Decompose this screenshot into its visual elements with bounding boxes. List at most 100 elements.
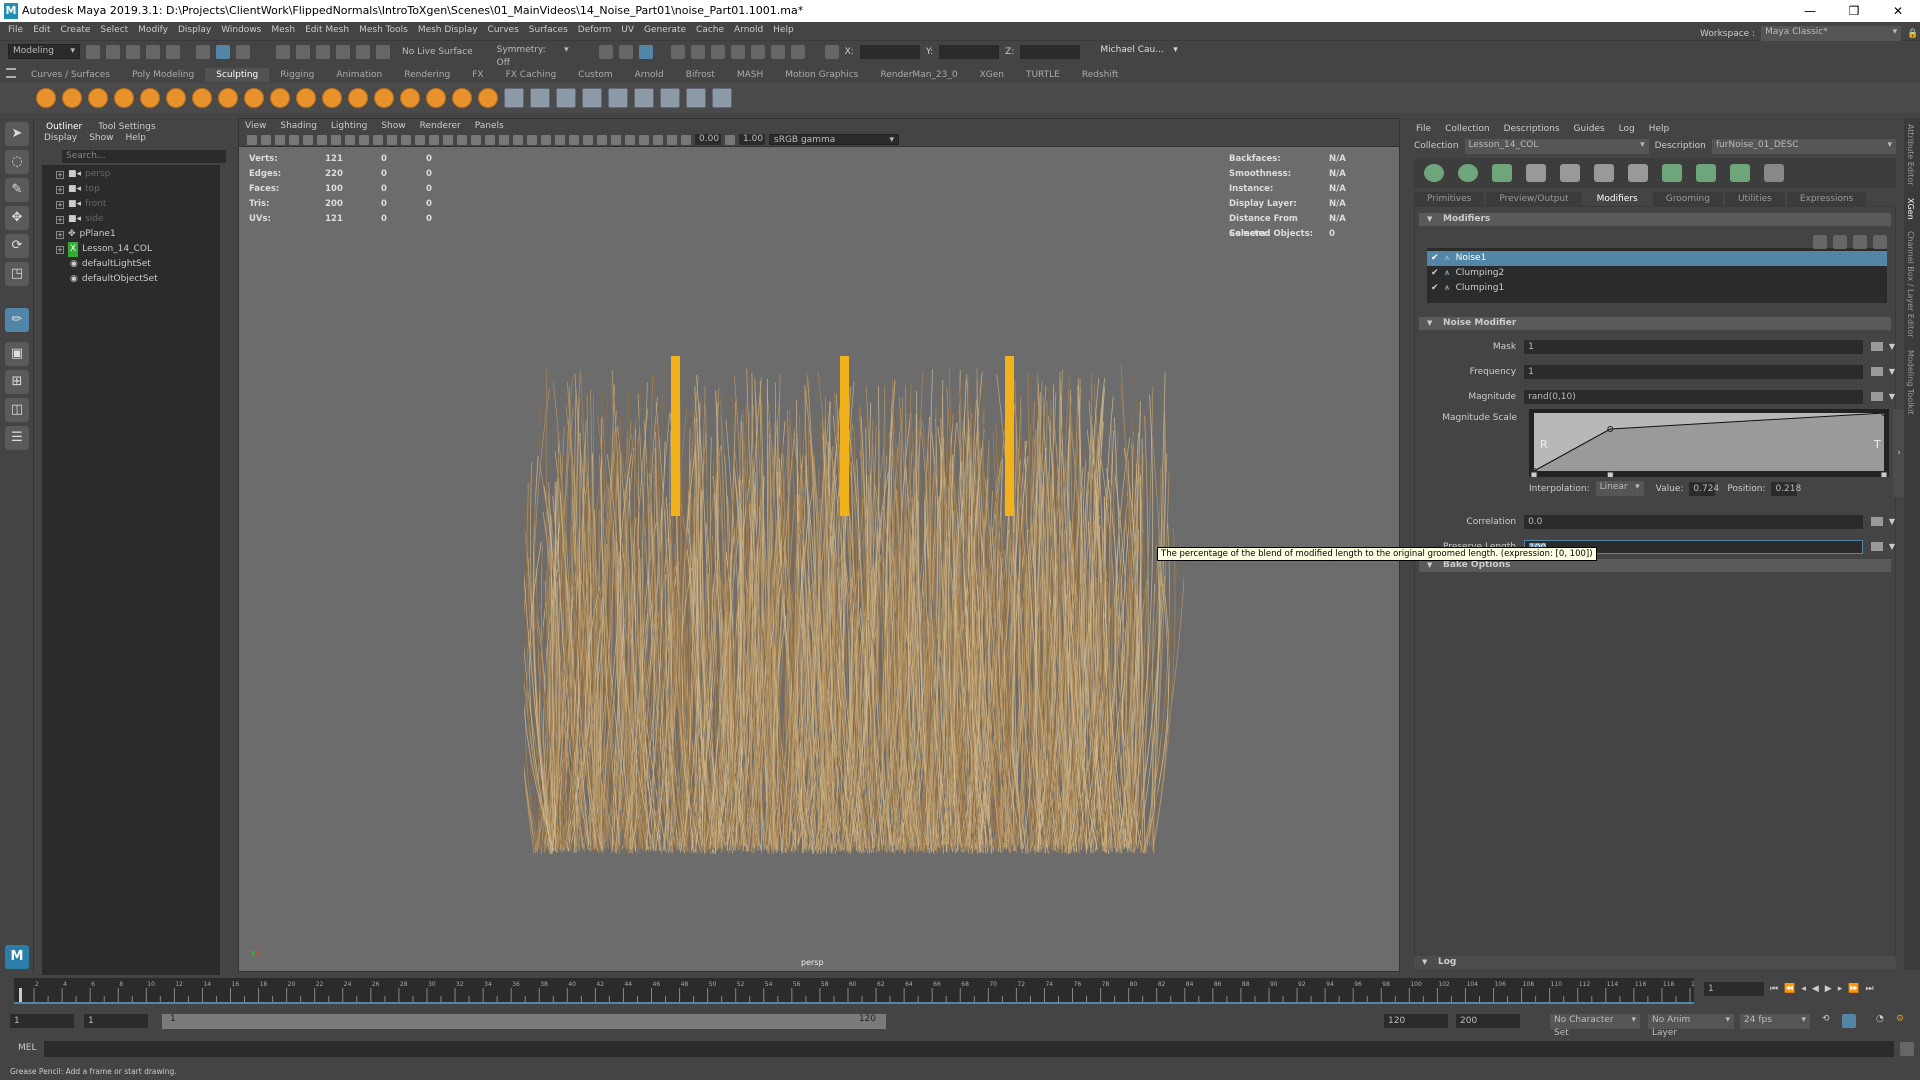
loop-icon[interactable]: ⟲ [1822, 1014, 1830, 1024]
enabled-checkbox[interactable]: ✔ [1431, 281, 1439, 296]
auto-key-icon[interactable]: ◔ [1876, 1014, 1884, 1024]
viewport-tool-icon[interactable] [415, 134, 425, 145]
viewport-tool-icon[interactable] [681, 134, 691, 145]
viewport-tool-icon[interactable] [611, 134, 621, 145]
render-view-icon[interactable] [638, 44, 653, 59]
viewport-tool-icon[interactable] [359, 134, 369, 145]
menu-modify[interactable]: Modify [138, 22, 168, 39]
hypershade-icon[interactable] [730, 44, 745, 59]
transform-input-icon[interactable] [824, 44, 839, 59]
shelf-tab-custom[interactable]: Custom [567, 68, 623, 82]
snap-surface-icon[interactable] [356, 44, 370, 59]
select-hierarchy-icon[interactable] [196, 44, 210, 59]
viewport-tool-icon[interactable] [471, 134, 481, 145]
shelf-tab-fx-caching[interactable]: FX Caching [495, 68, 568, 82]
log-section-header[interactable]: Log [1414, 956, 1896, 969]
select-tool-icon[interactable]: ➤ [5, 122, 29, 146]
select-component-icon[interactable] [236, 44, 250, 59]
expand-icon[interactable]: + [56, 215, 64, 224]
lock-guide-icon[interactable] [1628, 164, 1648, 182]
ramp-handle[interactable] [1530, 471, 1538, 477]
menu-generate[interactable]: Generate [644, 22, 686, 39]
shelf-tab-arnold[interactable]: Arnold [624, 68, 675, 82]
sculpt-brush-icon[interactable] [140, 88, 160, 108]
guide-curve[interactable] [1005, 356, 1014, 516]
select-guide-icon[interactable] [1594, 164, 1614, 182]
step-back-frame-icon[interactable]: ◂ [1801, 984, 1806, 994]
save-scene-icon[interactable] [126, 44, 140, 59]
magnitude-scale-ramp[interactable]: RT [1529, 409, 1889, 477]
viewport-tool-icon[interactable] [499, 134, 509, 145]
menu-uv[interactable]: UV [621, 22, 634, 39]
snap-live-icon[interactable] [376, 44, 390, 59]
viewport-tool-icon[interactable] [597, 134, 607, 145]
current-time-indicator[interactable] [19, 988, 22, 1002]
ramp-value-field[interactable]: 0.724 [1689, 481, 1719, 496]
description-dropdown[interactable]: furNoise_01_DESC [1711, 138, 1896, 154]
viewport-tool-icon[interactable] [513, 134, 523, 145]
fps-dropdown[interactable]: 24 fps [1740, 1014, 1810, 1029]
xgen-tab-grooming[interactable]: Grooming [1652, 192, 1723, 206]
go-to-end-icon[interactable]: ⏭ [1865, 984, 1873, 994]
menu-edit-mesh[interactable]: Edit Mesh [305, 22, 349, 39]
undo-icon[interactable] [146, 44, 160, 59]
x-field[interactable] [859, 44, 920, 59]
shelf-tab-motion-graphics[interactable]: Motion Graphics [774, 68, 869, 82]
sculpt-brush-icon[interactable] [192, 88, 212, 108]
menu-file[interactable]: File [8, 22, 23, 39]
expression-menu-arrow-icon[interactable]: ▼ [1889, 367, 1895, 376]
sculpt-brush-icon[interactable] [348, 88, 368, 108]
step-forward-key-icon[interactable]: ⏩ [1848, 984, 1859, 994]
expression-editor-icon[interactable] [1870, 392, 1883, 401]
xgen-tab-utilities[interactable]: Utilities [1724, 192, 1785, 206]
shelf-tab-rigging[interactable]: Rigging [269, 68, 325, 82]
viewport-tool-icon[interactable] [303, 134, 313, 145]
tab-channel-box[interactable]: Channel Box / Layer Editor [1904, 225, 1917, 344]
viewport-menu-view[interactable]: View [245, 119, 266, 133]
menu-windows[interactable]: Windows [221, 22, 261, 39]
sculpt-brush-icon[interactable] [478, 88, 498, 108]
lasso-tool-icon[interactable]: ◌ [5, 150, 29, 174]
menu-mesh[interactable]: Mesh [271, 22, 295, 39]
render-setup-icon[interactable] [750, 44, 765, 59]
rotate-tool-icon[interactable]: ⟳ [5, 234, 29, 258]
sculpt-tool-icon[interactable] [556, 88, 576, 108]
four-view-layout-icon[interactable]: ⊞ [5, 370, 29, 394]
guide-to-curves-icon[interactable] [1764, 164, 1784, 182]
normalize-guides-icon[interactable] [1696, 164, 1716, 182]
modifier-row[interactable]: ✔ ⩚ Noise1 [1427, 251, 1887, 266]
menu-arnold[interactable]: Arnold [734, 22, 763, 39]
scale-tool-icon[interactable]: ◳ [5, 262, 29, 286]
sculpt-brush-icon[interactable] [62, 88, 82, 108]
menu-edit[interactable]: Edit [33, 22, 50, 39]
script-editor-icon[interactable] [1900, 1042, 1914, 1056]
xgen-tab-preview-output[interactable]: Preview/Output [1486, 192, 1582, 206]
viewport-tool-icon[interactable] [373, 134, 383, 145]
shelf-tab-turtle[interactable]: TURTLE [1015, 68, 1071, 82]
two-view-layout-icon[interactable]: ◫ [5, 398, 29, 422]
correlation-field[interactable]: 0.0 [1524, 514, 1863, 529]
xgen-menu-file[interactable]: File [1416, 124, 1431, 138]
viewport-tool-icon[interactable] [555, 134, 565, 145]
shelf-tab-redshift[interactable]: Redshift [1071, 68, 1130, 82]
guide-curve[interactable] [840, 356, 849, 516]
enabled-checkbox[interactable]: ✔ [1431, 266, 1439, 281]
expand-icon[interactable]: + [56, 170, 64, 179]
move-modifier-down-icon[interactable] [1833, 235, 1847, 249]
expression-menu-arrow-icon[interactable]: ▼ [1889, 542, 1895, 551]
expand-icon[interactable]: + [56, 245, 64, 254]
xgen-tab-primitives[interactable]: Primitives [1414, 192, 1485, 206]
expression-menu-arrow-icon[interactable]: ▼ [1889, 392, 1895, 401]
sculpt-brush-icon[interactable] [374, 88, 394, 108]
shelf-tab-curves-surfaces[interactable]: Curves / Surfaces [20, 68, 121, 82]
menu-create[interactable]: Create [61, 22, 91, 39]
menu-curves[interactable]: Curves [488, 22, 519, 39]
xgen-tab-modifiers[interactable]: Modifiers [1583, 192, 1651, 206]
sculpt-tool-icon[interactable] [686, 88, 706, 108]
snap-curve-icon[interactable] [296, 44, 310, 59]
menu-mesh-display[interactable]: Mesh Display [418, 22, 478, 39]
color-space-dropdown[interactable]: sRGB gamma [769, 134, 899, 145]
rebuild-guides-icon[interactable] [1662, 164, 1682, 182]
mel-command-input[interactable] [44, 1041, 1894, 1057]
sculpt-brush-icon[interactable] [322, 88, 342, 108]
